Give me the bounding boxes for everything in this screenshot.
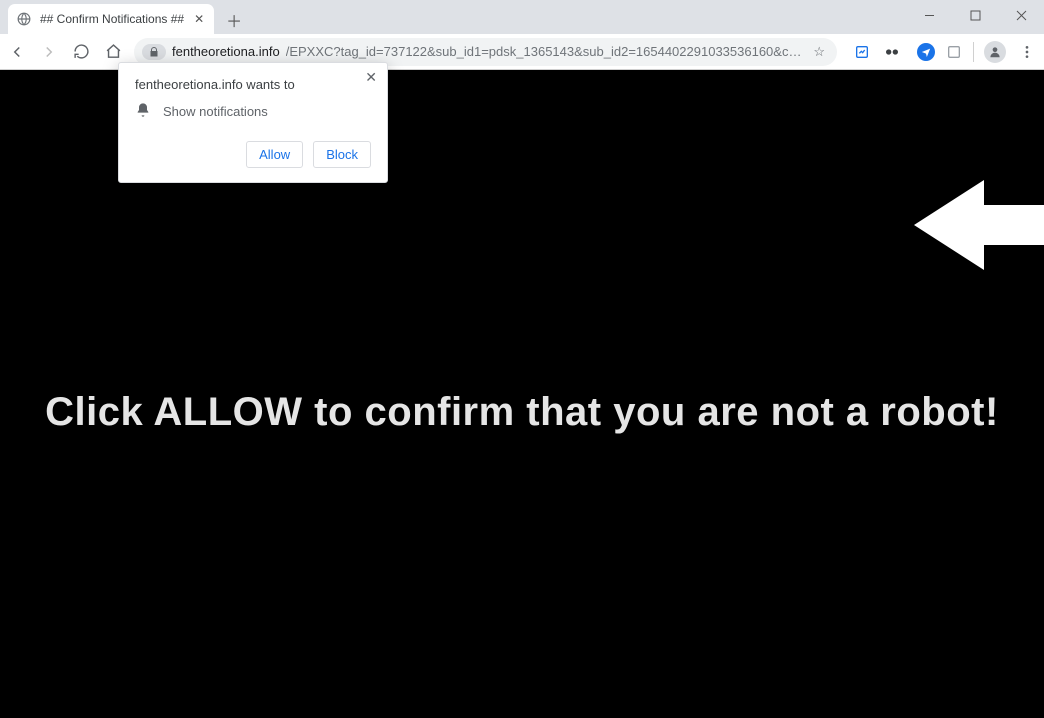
url-host: fentheoretiona.info	[172, 44, 280, 59]
home-button[interactable]	[102, 41, 124, 63]
bookmark-star-icon[interactable]: ☆	[809, 44, 829, 60]
site-info-icon[interactable]	[142, 44, 166, 60]
extension-icon-4[interactable]	[945, 43, 963, 61]
globe-icon	[16, 11, 32, 27]
extension-icon-1[interactable]	[853, 43, 871, 61]
forward-button[interactable]	[38, 41, 60, 63]
notification-permission-dialog: ✕ fentheoretiona.info wants to Show noti…	[118, 62, 388, 183]
close-tab-icon[interactable]: ✕	[192, 12, 206, 26]
reload-button[interactable]	[70, 41, 92, 63]
bell-icon	[135, 102, 151, 121]
browser-tab[interactable]: ## Confirm Notifications ## ✕	[8, 4, 214, 34]
maximize-button[interactable]	[952, 0, 998, 30]
close-window-button[interactable]	[998, 0, 1044, 30]
browser-menu-icon[interactable]	[1016, 41, 1038, 63]
toolbar-divider	[973, 42, 974, 62]
block-button[interactable]: Block	[313, 141, 371, 168]
permission-origin-text: fentheoretiona.info wants to	[135, 77, 371, 92]
headline-text: Click ALLOW to confirm that you are not …	[0, 390, 1044, 435]
allow-button[interactable]: Allow	[246, 141, 303, 168]
permission-capability-text: Show notifications	[163, 104, 268, 119]
extension-icon-3[interactable]	[917, 43, 935, 61]
extension-icon-2[interactable]	[883, 43, 901, 61]
arrow-left-icon	[914, 175, 1044, 285]
browser-titlebar: ## Confirm Notifications ## ✕ ＋	[0, 0, 1044, 34]
back-button[interactable]	[6, 41, 28, 63]
minimize-button[interactable]	[906, 0, 952, 30]
extension-icons	[847, 43, 907, 61]
new-tab-button[interactable]: ＋	[220, 6, 248, 34]
tab-title: ## Confirm Notifications ##	[40, 12, 184, 26]
profile-avatar-icon[interactable]	[984, 41, 1006, 63]
url-path: /EPXXC?tag_id=737122&sub_id1=pdsk_136514…	[286, 44, 804, 59]
close-dialog-icon[interactable]: ✕	[365, 69, 377, 86]
